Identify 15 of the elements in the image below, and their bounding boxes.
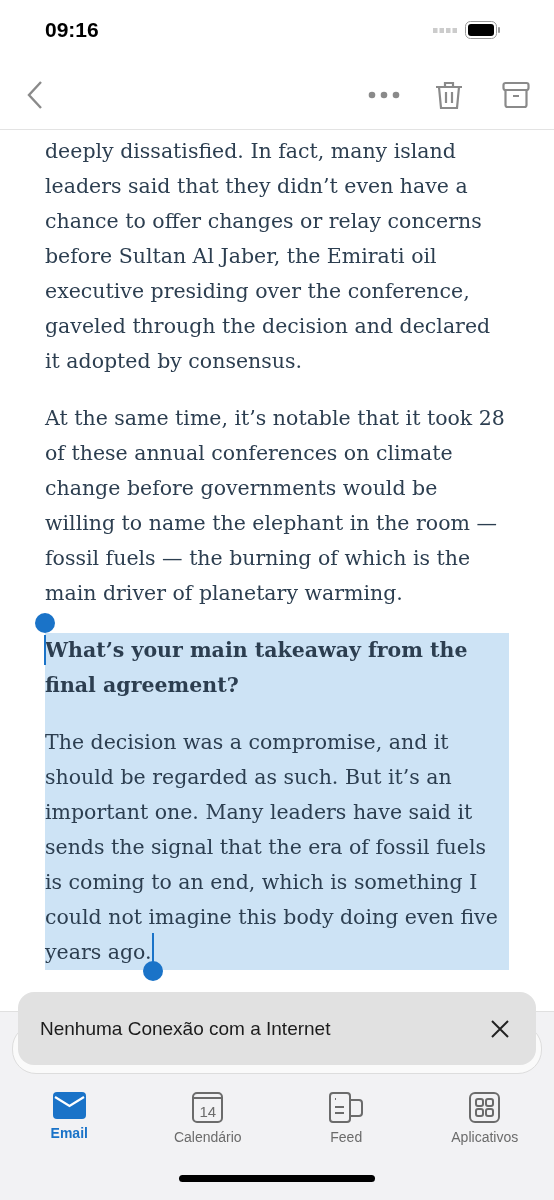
signal-icon <box>433 27 457 33</box>
feed-icon <box>328 1092 364 1123</box>
tab-bar-item[interactable]: Feed <box>277 1092 416 1145</box>
selection-handle[interactable] <box>35 613 55 633</box>
status-time: 09:16 <box>45 18 99 42</box>
toast-message: Nenhuma Conexão com a Internet <box>40 1017 331 1040</box>
calendar-icon: 14 <box>192 1092 224 1123</box>
tab-bar-item[interactable]: 14 Calendário <box>138 1092 277 1145</box>
tab-bar-item[interactable]: Email <box>0 1092 139 1145</box>
mail-icon <box>52 1092 86 1119</box>
article-paragraph: At the same time, it’s notable that it took 28 of these annual conferences on climate change before governments would be willing to name the elephant in the room — fossil fuels — the burning of which is the main driver of planetary warming. <box>45 405 506 607</box>
tab-bar-item[interactable]: Aplicativos <box>415 1092 554 1145</box>
apps-icon <box>469 1092 501 1123</box>
battery-icon <box>465 21 500 39</box>
article-paragraph: deeply dissatisfied. In fact, many island leaders said that they didn’t even have a chance to offer changes or relay concerns before Sultan Al Jaber, the Emirati oil executive presiding over the conference, gaveled through the decision and declared it adopted by consensus. <box>45 138 492 375</box>
